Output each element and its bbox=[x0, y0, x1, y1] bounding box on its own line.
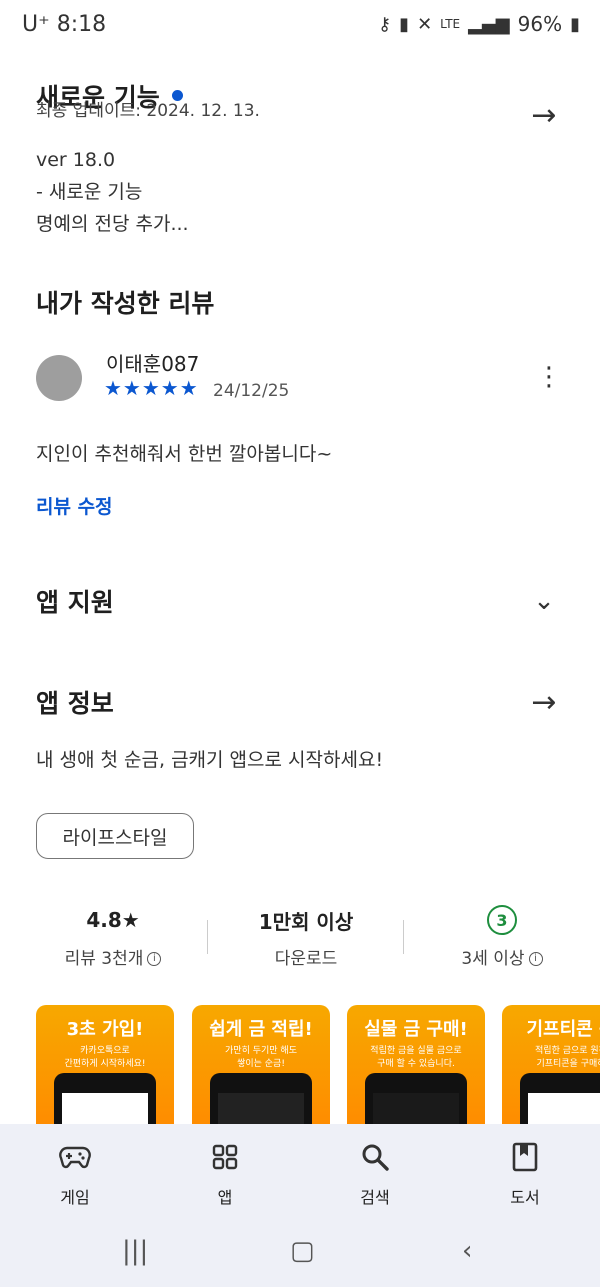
screenshot-caption: 적립한 금으로 원하기프티콘을 구매하 bbox=[502, 1045, 600, 1071]
screenshot-caption-line: 쌓이는 순금! bbox=[237, 1059, 285, 1069]
home-icon[interactable]: ▢ bbox=[290, 1236, 315, 1266]
app-support-title: 앱 지원 bbox=[36, 588, 114, 617]
mute-icon: ✕ bbox=[417, 13, 433, 35]
screenshot-caption-line: 가만히 두기만 해도 bbox=[225, 1046, 297, 1056]
status-icons: ⚷ ▮ ✕ LTE ▂▄▆ 96% ▮ bbox=[378, 12, 580, 36]
recent-apps-icon[interactable]: ||| bbox=[122, 1236, 148, 1266]
book-icon bbox=[475, 1138, 575, 1176]
network-type: LTE bbox=[440, 17, 461, 31]
screenshot-title: 실물 금 구매! bbox=[364, 1019, 468, 1040]
review-text: 지인이 추천해줘서 한번 깔아봅니다~ bbox=[36, 443, 333, 465]
release-notes: ver 18.0 - 새로운 기능 명예의 전당 추가... bbox=[36, 144, 189, 240]
back-icon[interactable]: ‹ bbox=[462, 1236, 472, 1266]
divider bbox=[207, 920, 208, 954]
my-review-title: 내가 작성한 리뷰 bbox=[36, 289, 215, 318]
rating-label-row: 리뷰 3천개 i bbox=[33, 944, 193, 969]
battery-percent: 96% bbox=[517, 12, 563, 36]
screenshot-thumbnail[interactable]: 3초 가입! 카카오톡으로간편하게 시작하세요! bbox=[36, 1005, 174, 1130]
app-support-row[interactable]: 앱 지원 ⌄ bbox=[36, 583, 564, 619]
screenshot-carousel[interactable]: 3초 가입! 카카오톡으로간편하게 시작하세요! 쉽게 금 적립! 가만히 두기… bbox=[36, 1005, 600, 1130]
screenshot-caption-line: 적립한 금으로 원하 bbox=[535, 1046, 600, 1056]
release-note-line: 명예의 전당 추가... bbox=[36, 213, 189, 235]
screenshot-caption-line: 기프티콘을 구매하 bbox=[536, 1059, 600, 1069]
nav-games[interactable]: 게임 bbox=[25, 1138, 125, 1208]
bottom-navigation: 게임 앱 검색 도서 bbox=[0, 1124, 600, 1224]
screenshot-thumbnail[interactable]: 기프티콘 구 적립한 금으로 원하기프티콘을 구매하 bbox=[502, 1005, 600, 1130]
age-rating-stat[interactable]: 3 3세 이상 i bbox=[422, 900, 582, 969]
star-rating: ★★★★★ bbox=[104, 376, 199, 400]
signal-icon: ▂▄▆ bbox=[468, 13, 510, 35]
key-icon: ⚷ bbox=[377, 13, 392, 35]
battery-saver-icon: ▮ bbox=[399, 13, 410, 35]
app-info-arrow-icon[interactable]: → bbox=[524, 685, 564, 720]
rating-stat[interactable]: 4.8★ 리뷰 3천개 i bbox=[33, 900, 193, 969]
nav-games-label: 게임 bbox=[60, 1188, 90, 1207]
avatar bbox=[36, 355, 82, 401]
nav-search-label: 검색 bbox=[360, 1188, 390, 1207]
age-badge-row: 3 bbox=[422, 900, 582, 940]
screenshot-caption: 가만히 두기만 해도쌓이는 순금! bbox=[192, 1045, 330, 1071]
whats-new-arrow-icon[interactable]: → bbox=[524, 98, 564, 133]
nav-search[interactable]: 검색 bbox=[325, 1138, 425, 1208]
age-label: 3세 이상 bbox=[461, 949, 525, 969]
nav-books[interactable]: 도서 bbox=[475, 1138, 575, 1208]
age-label-row: 3세 이상 i bbox=[422, 944, 582, 969]
battery-icon: ▮ bbox=[570, 13, 580, 35]
nav-apps[interactable]: 앱 bbox=[175, 1138, 275, 1208]
phone-mockup bbox=[365, 1073, 467, 1130]
app-info-header[interactable]: 앱 정보 → bbox=[36, 684, 564, 720]
my-review-header: 내가 작성한 리뷰 bbox=[36, 284, 564, 320]
app-stats: 4.8★ 리뷰 3천개 i 1만회 이상 다운로드 3 3세 이상 i bbox=[0, 900, 600, 980]
screenshot-title: 3초 가입! bbox=[66, 1019, 144, 1040]
edit-review-link[interactable]: 리뷰 수정 bbox=[36, 492, 113, 519]
app-info-title: 앱 정보 bbox=[36, 689, 114, 718]
app-description: 내 생애 첫 순금, 금캐기 앱으로 시작하세요! bbox=[36, 749, 384, 771]
phone-mockup bbox=[520, 1073, 600, 1130]
divider bbox=[403, 920, 404, 954]
screenshot-caption: 카카오톡으로간편하게 시작하세요! bbox=[36, 1045, 174, 1071]
last-updated: 최종 업데이트: 2024. 12. 13. bbox=[36, 101, 260, 121]
screenshot-caption-line: 구매 할 수 있습니다. bbox=[377, 1059, 455, 1069]
phone-mockup bbox=[54, 1073, 156, 1130]
chevron-down-icon[interactable]: ⌄ bbox=[524, 586, 564, 616]
apps-grid-icon bbox=[175, 1138, 275, 1176]
status-bar: U⁺ 8:18 ⚷ ▮ ✕ LTE ▂▄▆ 96% ▮ bbox=[0, 0, 600, 52]
screenshot-caption-line: 카카오톡으로 bbox=[80, 1046, 130, 1056]
rating-label: 리뷰 3천개 bbox=[64, 949, 144, 969]
more-options-icon[interactable]: ⋮ bbox=[536, 364, 562, 390]
screenshot-thumbnail[interactable]: 쉽게 금 적립! 가만히 두기만 해도쌓이는 순금! bbox=[192, 1005, 330, 1130]
rating-value: 4.8★ bbox=[86, 908, 140, 932]
reviewer-name: 이태훈087 bbox=[106, 352, 200, 376]
screenshot-caption: 적립한 금을 실물 금으로구매 할 수 있습니다. bbox=[347, 1045, 485, 1071]
release-note-line: ver 18.0 bbox=[36, 149, 116, 171]
category-chip[interactable]: 라이프스타일 bbox=[36, 813, 194, 859]
screenshot-title: 기프티콘 구 bbox=[526, 1019, 600, 1040]
screenshot-title: 쉽게 금 적립! bbox=[209, 1019, 313, 1040]
nav-books-label: 도서 bbox=[510, 1188, 540, 1207]
search-icon bbox=[325, 1138, 425, 1176]
screenshot-caption-line: 적립한 금을 실물 금으로 bbox=[370, 1046, 462, 1056]
status-time: U⁺ 8:18 bbox=[22, 12, 107, 37]
screenshot-caption-line: 간편하게 시작하세요! bbox=[64, 1059, 146, 1069]
gamepad-icon bbox=[25, 1138, 125, 1176]
downloads-label: 다운로드 bbox=[274, 949, 338, 969]
phone-mockup bbox=[210, 1073, 312, 1130]
info-icon: i bbox=[528, 952, 543, 966]
nav-apps-label: 앱 bbox=[217, 1188, 233, 1207]
downloads-value: 1만회 이상 bbox=[258, 909, 354, 934]
age-rating-badge: 3 bbox=[487, 905, 517, 935]
screenshot-thumbnail[interactable]: 실물 금 구매! 적립한 금을 실물 금으로구매 할 수 있습니다. bbox=[347, 1005, 485, 1130]
system-navigation-bar: ||| ▢ ‹ bbox=[0, 1224, 600, 1287]
downloads-stat: 1만회 이상 다운로드 bbox=[226, 900, 386, 970]
review-date: 24/12/25 bbox=[213, 381, 290, 401]
info-icon: i bbox=[147, 952, 162, 966]
release-note-line: - 새로운 기능 bbox=[36, 181, 143, 203]
